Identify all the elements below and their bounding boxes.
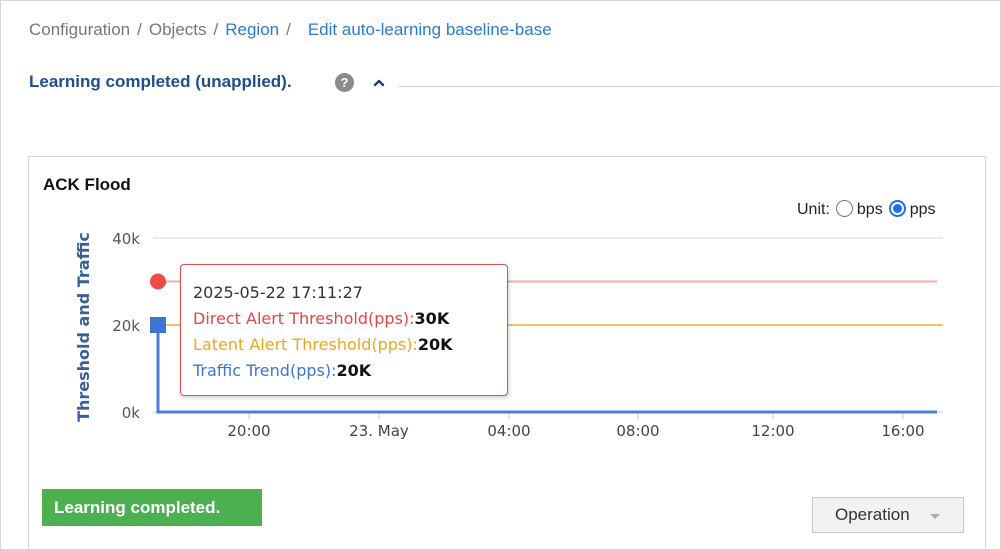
breadcrumb: Configuration / Objects / Region / Edit auto-l…	[29, 20, 552, 40]
tooltip-direct-label: Direct Alert Threshold(pps):	[193, 309, 415, 328]
breadcrumb-objects[interactable]: Objects	[149, 20, 207, 39]
breadcrumb-configuration[interactable]: Configuration	[29, 20, 130, 39]
chart-tooltip: 2025-05-22 17:11:27 Direct Alert Thresho…	[180, 264, 508, 396]
series-marker-direct-alert	[150, 273, 166, 290]
status-badge: Learning completed.	[42, 489, 262, 526]
breadcrumb-separator: /	[286, 20, 291, 39]
breadcrumb-separator: /	[213, 20, 219, 39]
y-axis-title: Threshold and Traffic	[74, 232, 93, 422]
breadcrumb-region-link[interactable]: Region	[225, 20, 279, 39]
breadcrumb-separator: /	[137, 20, 142, 39]
y-tick-label: 40k	[112, 230, 140, 248]
tooltip-traffic-value: 20K	[336, 361, 372, 380]
x-tick-label: 08:00	[616, 422, 659, 440]
caret-down-icon	[930, 514, 940, 519]
section-title: Learning completed (unapplied).	[29, 72, 292, 91]
section-divider	[399, 86, 999, 87]
breadcrumb-current-page: Edit auto-learning baseline-base	[307, 20, 552, 39]
tooltip-direct-value: 30K	[414, 309, 450, 328]
y-tick-label: 20k	[112, 317, 140, 335]
tooltip-latent-label: Latent Alert Threshold(pps):	[193, 335, 418, 354]
x-tick-label: 04:00	[487, 422, 530, 440]
tooltip-latent-value: 20K	[417, 335, 453, 354]
chart-title: ACK Flood	[43, 175, 131, 194]
unit-radio-bps[interactable]	[835, 200, 853, 217]
operation-dropdown-button[interactable]: Operation	[812, 497, 964, 533]
x-tick-label: 16:00	[881, 422, 924, 440]
unit-radio-pps[interactable]	[888, 200, 906, 217]
series-marker-traffic-trend	[150, 317, 166, 333]
x-tick-label: 12:00	[751, 422, 794, 440]
tooltip-traffic-label: Traffic Trend(pps):	[193, 361, 337, 380]
question-circle-icon[interactable]: ?	[335, 73, 354, 92]
x-tick-label: 20:00	[227, 422, 270, 440]
chevron-up-icon[interactable]	[371, 76, 387, 90]
x-tick-label: 23. May	[349, 422, 409, 440]
tooltip-timestamp: 2025-05-22 17:11:27	[193, 283, 363, 302]
y-tick-label: 0k	[122, 404, 141, 422]
operation-button-label: Operation	[835, 505, 910, 524]
